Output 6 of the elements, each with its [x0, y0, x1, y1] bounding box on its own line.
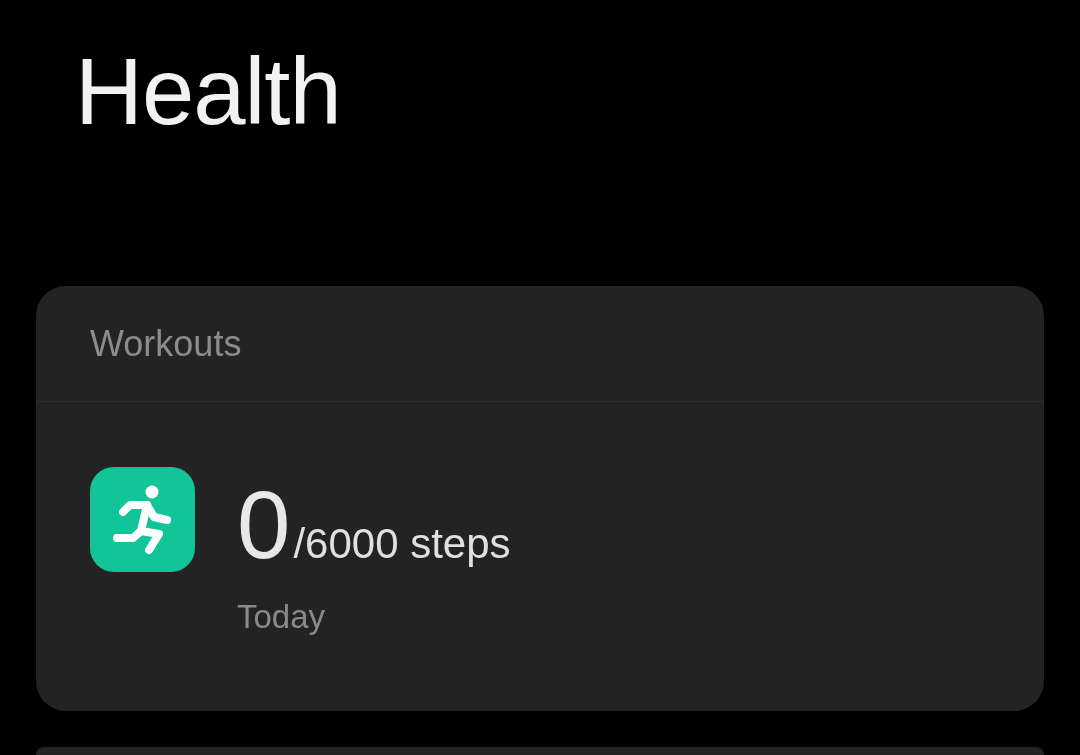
step-goal: /6000 steps: [293, 523, 511, 565]
page-title: Health: [75, 45, 341, 139]
card-title: Workouts: [90, 325, 242, 362]
period-label: Today: [237, 600, 326, 633]
step-count: 0: [237, 477, 291, 573]
running-figure-icon: [90, 467, 195, 572]
